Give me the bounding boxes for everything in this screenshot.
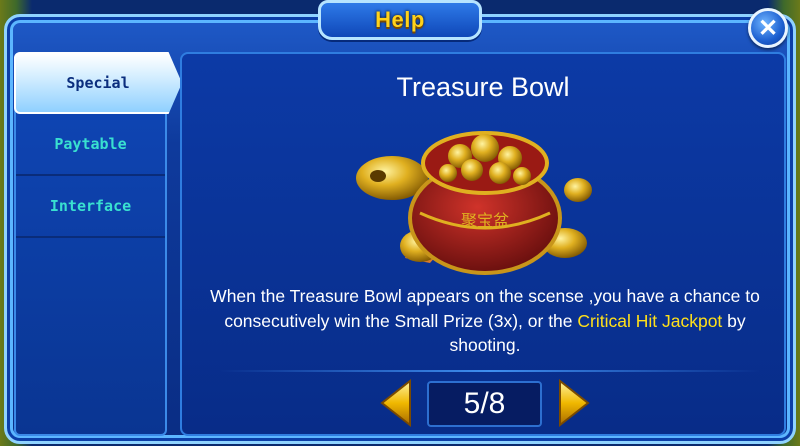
arrow-left-icon [380,378,411,428]
sidebar: Special Paytable Interface [14,52,182,436]
page-indicator: 5/8 [427,381,542,427]
sidebar-item-label: Paytable [54,135,127,153]
sidebar-item-paytable[interactable]: Paytable [16,114,165,176]
description: When the Treasure Bowl appears on the sc… [190,284,780,358]
bowl-inscription: 聚宝盆 [461,211,509,230]
dialog-title-tab: Help [318,0,482,40]
arrow-right-icon [559,378,590,428]
treasure-bowl-image: 聚宝盆 [356,131,592,275]
next-page-button[interactable] [556,377,592,429]
page-title: Treasure Bowl [396,72,570,102]
page-number: 5/8 [463,387,506,420]
prev-page-button[interactable] [378,377,414,429]
sidebar-item-special[interactable]: Special [14,52,182,114]
sidebar-item-interface[interactable]: Interface [16,176,165,238]
divider [220,370,760,372]
sidebar-item-label: Interface [49,197,132,215]
dialog-title: Help [375,7,425,32]
jackpot-highlight: Critical Hit Jackpot [577,310,723,331]
close-icon: ✕ [757,14,779,42]
close-button[interactable]: ✕ [748,8,788,48]
sidebar-item-label: Special [66,74,130,92]
